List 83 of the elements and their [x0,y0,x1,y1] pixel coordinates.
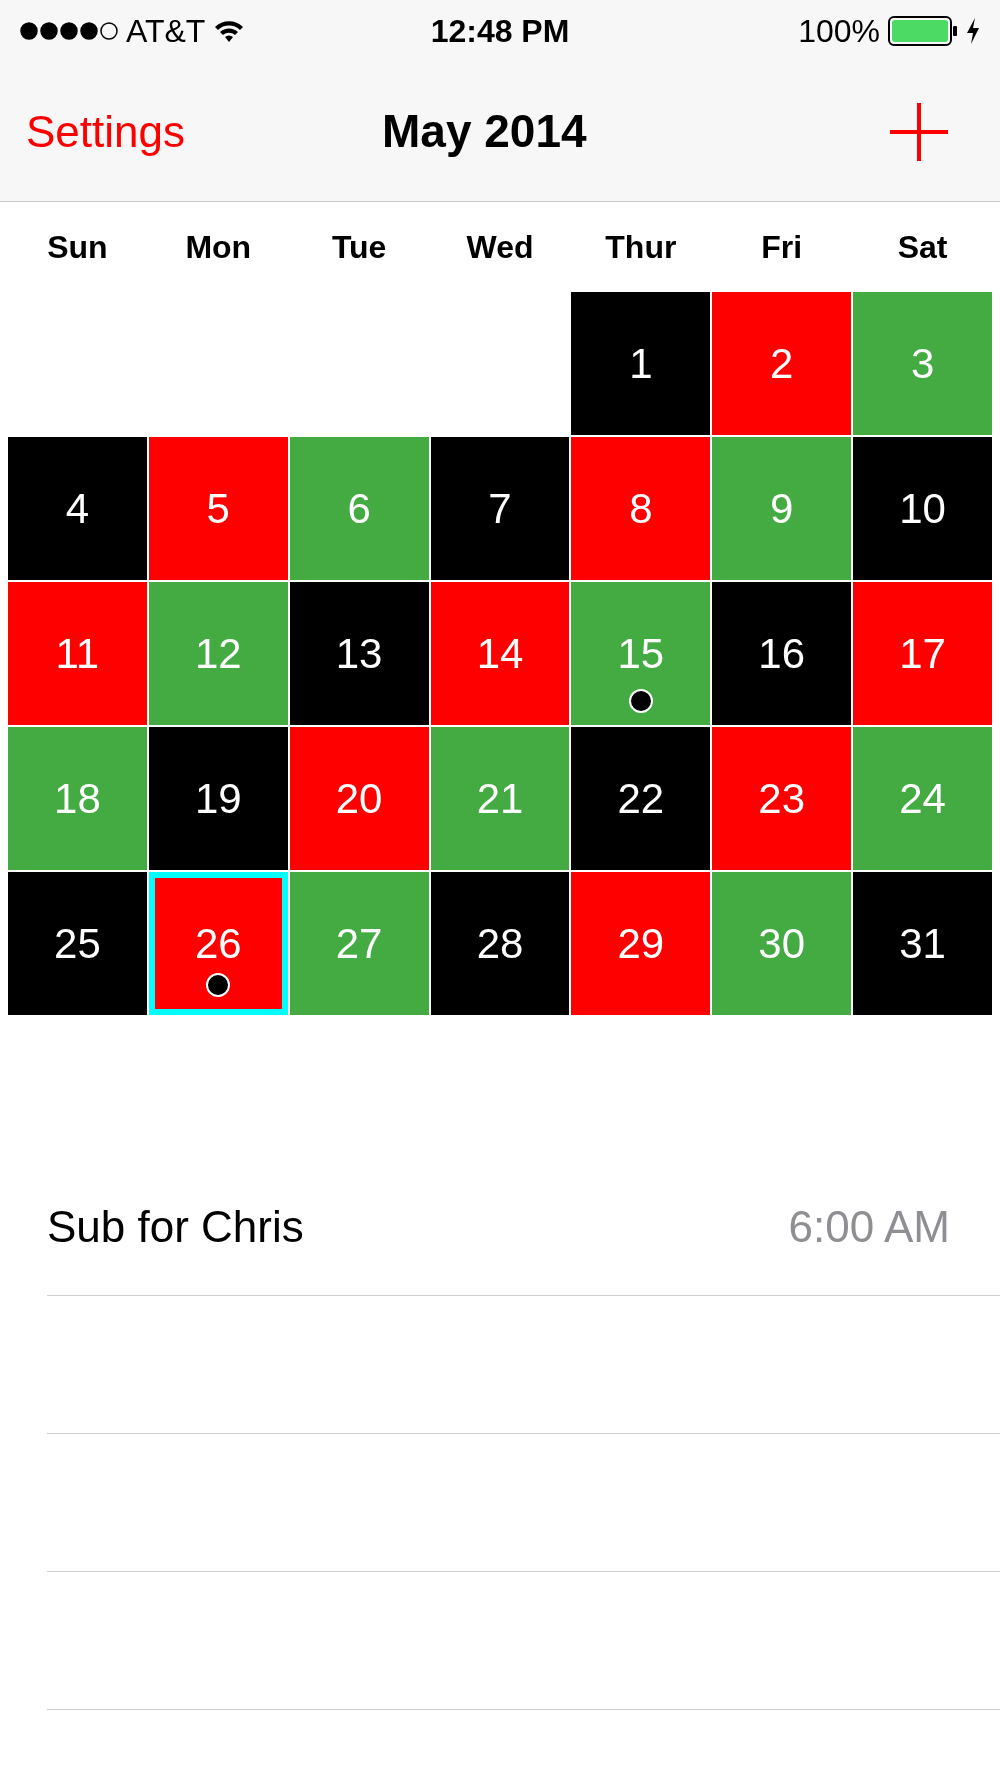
settings-button[interactable]: Settings [26,98,185,165]
day-cell[interactable]: 21 [430,727,570,870]
day-cell[interactable]: 5 [148,437,288,580]
day-cell[interactable]: 24 [853,727,992,870]
day-cell[interactable]: 26 [148,872,288,1015]
weekday-label: Fri [760,228,804,267]
weekday-label: Sun [46,228,109,267]
day-cell[interactable]: 3 [853,292,992,435]
day-cell[interactable]: 20 [289,727,429,870]
day-number: 22 [617,777,665,820]
battery-icon [888,16,958,46]
day-number: 19 [194,777,242,820]
day-number: 28 [476,922,524,965]
day-cell[interactable]: 27 [289,872,429,1015]
add-icon [888,100,950,163]
event-title: Sub for Chris [47,1200,304,1253]
day-number: 1 [629,342,653,385]
day-number: 31 [899,922,946,965]
day-cell[interactable]: 9 [712,437,852,580]
day-cell[interactable]: 11 [8,582,147,725]
day-cell[interactable]: 13 [289,582,429,725]
signal-icon [20,22,118,40]
day-number: 21 [476,777,524,820]
day-number: 10 [899,487,946,530]
event-row[interactable]: Sub for Chris 6:00 AM [47,1158,1000,1296]
weekday-label: Mon [184,228,253,267]
weekday-label: Wed [465,228,535,267]
clock-time: 12:48 PM [430,12,570,51]
day-number: 14 [476,632,524,675]
day-number: 16 [758,632,806,675]
day-cell[interactable]: 16 [712,582,852,725]
day-number: 4 [65,487,90,530]
day-cell[interactable]: 2 [712,292,852,435]
day-number: 30 [758,922,806,965]
day-number: 8 [629,487,653,530]
day-cell[interactable]: 19 [148,727,288,870]
day-cell[interactable]: 22 [571,727,711,870]
day-cell[interactable]: 18 [8,727,147,870]
day-number: 7 [488,487,512,530]
day-cell[interactable]: 17 [853,582,992,725]
day-cell[interactable]: 12 [148,582,288,725]
day-cell[interactable]: 7 [430,437,570,580]
weekday-label: Thur [604,228,678,267]
day-number: 3 [910,342,935,385]
day-cell[interactable]: 14 [430,582,570,725]
weekday-label: Tue [330,228,388,267]
day-number: 23 [758,777,806,820]
weekday-label: Sat [896,228,949,267]
carrier-name: AT&T [126,12,206,51]
day-cell[interactable]: 4 [8,437,147,580]
day-number: 5 [206,487,230,530]
day-cell[interactable]: 28 [430,872,570,1015]
day-cell[interactable]: 23 [712,727,852,870]
wifi-icon [213,19,246,43]
day-number: 15 [617,632,665,675]
day-cell[interactable]: 30 [712,872,852,1015]
day-number: 18 [54,777,101,820]
day-cell[interactable]: 15 [571,582,711,725]
day-number: 29 [617,922,665,965]
day-cell[interactable]: 6 [289,437,429,580]
day-number: 24 [899,777,946,820]
day-number: 26 [194,922,242,965]
day-number: 25 [54,922,101,965]
day-cell[interactable]: 29 [571,872,711,1015]
day-number: 12 [194,632,242,675]
day-number: 11 [55,632,100,675]
day-cell[interactable]: 31 [853,872,992,1015]
event-time: 6:00 AM [788,1200,950,1253]
battery-percent: 100% [798,12,880,51]
add-button[interactable] [888,100,950,163]
month-title: May 2014 [382,104,587,159]
day-number: 27 [335,922,383,965]
day-cell[interactable]: 1 [571,292,711,435]
charging-bolt-icon [966,18,980,44]
day-number: 17 [899,632,946,675]
day-number: 20 [335,777,383,820]
day-number: 6 [347,487,371,530]
day-cell[interactable]: 25 [8,872,147,1015]
day-number: 13 [335,632,383,675]
day-cell[interactable]: 10 [853,437,992,580]
day-number: 9 [770,487,794,530]
day-cell[interactable]: 8 [571,437,711,580]
day-number: 2 [770,342,794,385]
